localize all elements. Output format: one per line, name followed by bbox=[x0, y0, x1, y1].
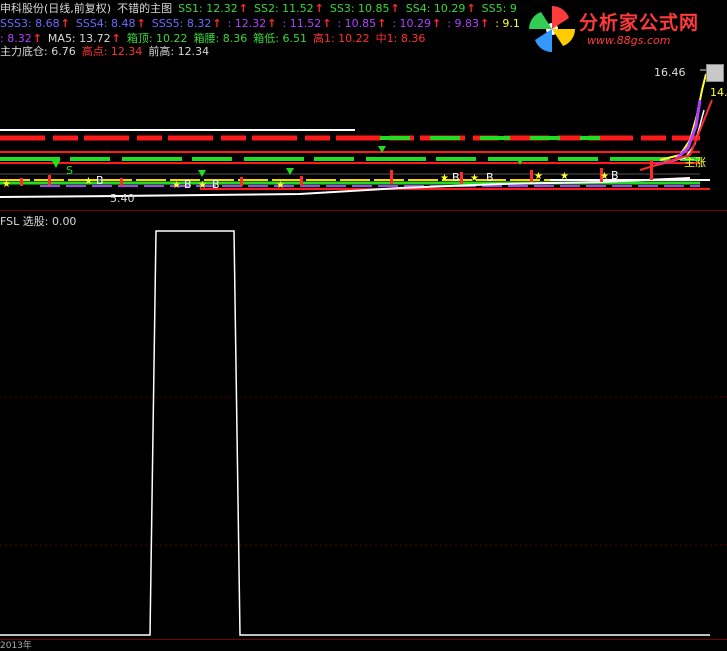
header-item: 高点: 12.34 bbox=[81, 45, 143, 58]
header-line-3: : 8.32↑ MA5: 13.72↑ 箱顶: 10.22 箱腰: 8.36 箱低: 6… bbox=[0, 32, 431, 46]
header-item: : 8.32 bbox=[0, 32, 32, 45]
up-arrow-icon: ↑ bbox=[466, 2, 476, 15]
svg-text:★: ★ bbox=[600, 171, 609, 182]
header-item: 箱腰: 8.36 bbox=[193, 32, 248, 45]
up-arrow-icon: ↑ bbox=[377, 17, 387, 30]
header-item: : 9.83 bbox=[447, 17, 479, 30]
up-arrow-icon: ↑ bbox=[32, 32, 42, 45]
indicator-panel[interactable]: FSL 选股: 0.00 bbox=[0, 211, 727, 639]
up-arrow-icon: ↑ bbox=[314, 2, 324, 15]
header-item: : 10.85 bbox=[337, 17, 377, 30]
up-arrow-icon: ↑ bbox=[212, 17, 222, 30]
high-price-label: 16.46 bbox=[654, 66, 686, 79]
header-item: : 10.29 bbox=[392, 17, 432, 30]
buy-signal-label: B bbox=[486, 171, 494, 184]
site-logo: 分析家公式网 www.88gs.com bbox=[523, 2, 723, 56]
buy-signal-label: B bbox=[452, 171, 460, 184]
logo-url: www.88gs.com bbox=[587, 34, 671, 47]
logo-title: 分析家公式网 bbox=[579, 12, 700, 34]
header-item: : 12.32 bbox=[227, 17, 267, 30]
up-arrow-icon: ↑ bbox=[238, 2, 248, 15]
main-chart-panel[interactable]: ★ ★ ★ ★ ★ ★ ★ ★ ★ ★ S B B B B B B 主涨 16.46 14… bbox=[0, 60, 727, 210]
header-item: SS3: 10.85 bbox=[329, 2, 390, 15]
header-item: SS5: 9 bbox=[481, 2, 517, 15]
up-arrow-icon: ↑ bbox=[136, 17, 146, 30]
up-arrow-icon: ↑ bbox=[479, 17, 490, 30]
svg-text:★: ★ bbox=[198, 180, 207, 191]
header-item: 申科股份(日线,前复权) bbox=[0, 2, 112, 15]
header-item: 高1: 10.22 bbox=[312, 32, 370, 45]
header-item: 箱低: 6.51 bbox=[253, 32, 307, 45]
header-item: MA5: 13.72 bbox=[47, 32, 111, 45]
header-item: SS4: 10.29 bbox=[405, 2, 466, 15]
header-item: SS2: 11.52 bbox=[253, 2, 314, 15]
header-item: : 11.52 bbox=[282, 17, 322, 30]
sell-signal-label: S bbox=[66, 164, 73, 177]
header-line-4: 主力底仓: 6.76 高点: 12.34 前高: 12.34 bbox=[0, 45, 215, 59]
header-line-2: SSS3: 8.68↑ SSS4: 8.48↑ SSS5: 8.32↑: 12.32… bbox=[0, 17, 526, 31]
chart-scroll-button[interactable] bbox=[706, 64, 724, 82]
svg-text:★: ★ bbox=[440, 173, 449, 184]
up-arrow-icon: ↑ bbox=[322, 17, 332, 30]
svg-text:★: ★ bbox=[560, 171, 569, 182]
indicator-title: FSL 选股: 0.00 bbox=[0, 215, 77, 228]
second-price-label: 14. bbox=[710, 86, 727, 99]
date-axis: 2013年 bbox=[0, 639, 727, 651]
header-item: SSS3: 8.68 bbox=[0, 17, 60, 30]
rally-note-label: 主涨 bbox=[684, 156, 706, 169]
svg-text:★: ★ bbox=[84, 176, 93, 187]
buy-signal-label: B bbox=[184, 178, 192, 191]
buy-signal-label: B bbox=[212, 178, 220, 191]
header-item: 中1: 8.36 bbox=[375, 32, 426, 45]
date-axis-label: 2013年 bbox=[0, 641, 32, 651]
header-item: SS1: 12.32 bbox=[178, 2, 238, 15]
up-arrow-icon: ↑ bbox=[60, 17, 70, 30]
svg-text:★: ★ bbox=[534, 171, 543, 182]
svg-text:★: ★ bbox=[172, 180, 181, 191]
up-arrow-icon: ↑ bbox=[111, 32, 121, 45]
pinwheel-logo-icon bbox=[529, 5, 575, 53]
header-item: SSS5: 8.32 bbox=[151, 17, 212, 30]
up-arrow-icon: ↑ bbox=[267, 17, 277, 30]
up-arrow-icon: ↑ bbox=[432, 17, 442, 30]
svg-text:★: ★ bbox=[470, 173, 479, 184]
low-price-label: 5.40 bbox=[110, 192, 135, 205]
header-item: 主力底仓: 6.76 bbox=[0, 45, 76, 58]
buy-signal-label: B bbox=[96, 174, 104, 187]
header-item: : 9.1 bbox=[495, 17, 520, 30]
svg-text:★: ★ bbox=[276, 180, 285, 191]
header-item: SSS4: 8.48 bbox=[75, 17, 136, 30]
up-arrow-icon: ↑ bbox=[390, 2, 400, 15]
header-item: 箱顶: 10.22 bbox=[126, 32, 188, 45]
svg-text:★: ★ bbox=[2, 179, 11, 190]
header-item: 不错的主图 bbox=[117, 2, 173, 15]
indicator-canvas bbox=[0, 230, 727, 636]
buy-signal-label: B bbox=[611, 169, 619, 182]
header-item: 前高: 12.34 bbox=[148, 45, 210, 58]
main-chart-canvas: ★ ★ ★ ★ ★ ★ ★ ★ ★ ★ bbox=[0, 69, 718, 198]
header-line-1: 申科股份(日线,前复权) 不错的主图 SS1: 12.32↑ SS2: 11.52↑ S… bbox=[0, 2, 523, 16]
